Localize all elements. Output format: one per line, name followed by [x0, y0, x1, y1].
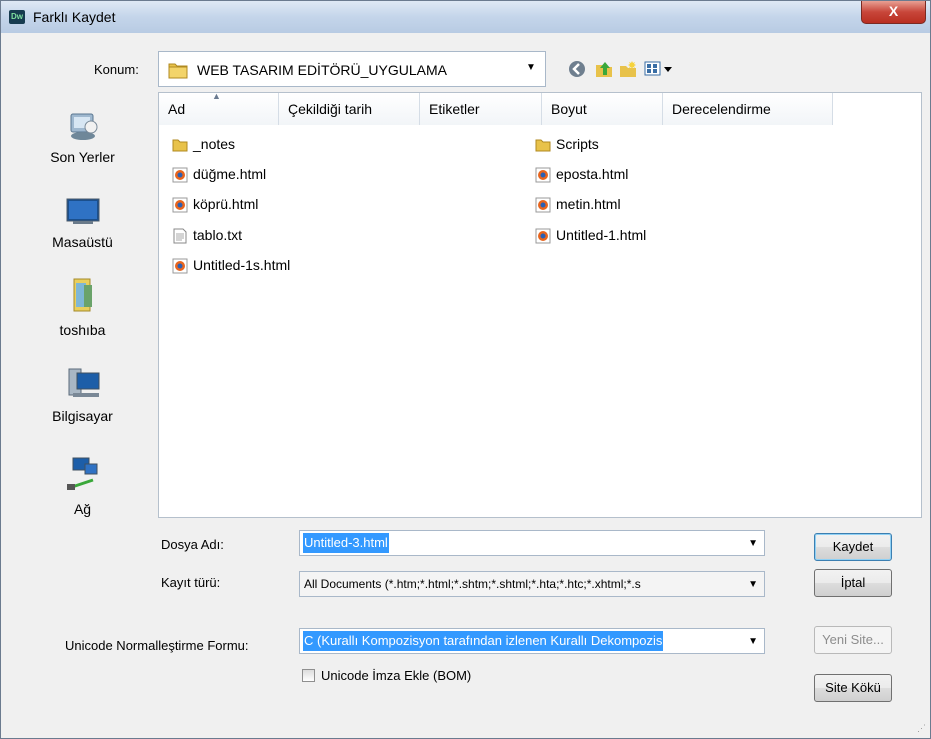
dialog-title: Farklı Kaydet — [33, 9, 116, 25]
list-item[interactable]: _notes — [172, 133, 235, 155]
filename-field[interactable]: Untitled-3.html ▼ — [299, 530, 765, 556]
sort-ascending-icon: ▲ — [212, 91, 221, 101]
html-file-icon — [172, 167, 188, 183]
place-label: Ağ — [73, 501, 92, 517]
place-network[interactable]: Ağ — [10, 454, 155, 517]
column-label: Ad — [168, 101, 186, 117]
file-name: düğme.html — [193, 166, 267, 182]
resize-grip-icon[interactable]: ⋰ — [917, 723, 926, 734]
column-label: Derecelendirme — [672, 101, 771, 117]
cancel-button[interactable]: İptal — [814, 569, 892, 597]
place-label: Bilgisayar — [52, 408, 113, 424]
folder-icon — [172, 139, 188, 152]
list-item[interactable]: köprü.html — [172, 193, 258, 215]
text-file-icon — [173, 228, 187, 244]
place-label: toshıba — [59, 322, 106, 338]
unicode-label: Unicode Normalleştirme Formu: — [65, 638, 249, 653]
title-bar[interactable]: Dw Farklı Kaydet X — [1, 1, 930, 33]
recent-places-icon — [70, 113, 97, 140]
chevron-down-icon[interactable]: ▼ — [748, 532, 758, 555]
filetype-value: All Documents (*.htm;*.html;*.shtm;*.sht… — [304, 577, 641, 591]
user-folder-icon — [73, 278, 92, 312]
place-recent[interactable]: Son Yerler — [10, 108, 155, 165]
column-label: Etiketler — [429, 101, 480, 117]
column-label: Boyut — [551, 101, 587, 117]
desktop-icon — [66, 198, 99, 224]
list-item[interactable]: Untitled-1.html — [535, 224, 646, 246]
file-name: eposta.html — [556, 166, 629, 182]
file-list[interactable]: ▲ Ad Çekildiği tarih Etiketler Boyut Der… — [158, 91, 922, 518]
column-header-size[interactable]: Boyut — [542, 93, 663, 125]
file-name: Scripts — [556, 136, 599, 152]
filetype-select[interactable]: All Documents (*.htm;*.html;*.shtm;*.sht… — [299, 571, 765, 597]
column-header-tags[interactable]: Etiketler — [420, 93, 542, 125]
place-computer[interactable]: Bilgisayar — [10, 365, 155, 424]
new-site-button[interactable]: Yeni Site... — [814, 626, 892, 654]
folder-icon — [168, 63, 188, 79]
column-header-date[interactable]: Çekildiği tarih — [279, 93, 420, 125]
computer-icon — [68, 368, 99, 397]
file-name: metin.html — [556, 196, 621, 212]
site-root-button[interactable]: Site Kökü — [814, 674, 892, 702]
place-user[interactable]: toshıba — [10, 275, 155, 338]
bom-label: Unicode İmza Ekle (BOM) — [321, 668, 472, 683]
file-name: _notes — [193, 136, 236, 152]
unicode-select[interactable]: C (Kurallı Kompozisyon tarafından izlene… — [299, 628, 765, 654]
list-item[interactable]: metin.html — [535, 193, 621, 215]
chevron-down-icon[interactable]: ▼ — [745, 573, 758, 596]
list-item[interactable]: tablo.txt — [172, 224, 242, 246]
save-button[interactable]: Kaydet — [814, 533, 892, 561]
column-label: Çekildiği tarih — [288, 101, 373, 117]
bom-checkbox[interactable] — [302, 669, 315, 682]
file-name: köprü.html — [193, 196, 259, 212]
filename-label: Dosya Adı: — [161, 537, 224, 552]
new-folder-icon[interactable] — [618, 59, 638, 79]
html-file-icon — [535, 228, 551, 244]
back-icon[interactable] — [567, 59, 587, 79]
place-label: Son Yerler — [50, 149, 115, 165]
dreamweaver-logo: Dw — [9, 10, 25, 24]
file-name: Untitled-1.html — [556, 227, 647, 243]
column-header-name[interactable]: ▲ Ad — [159, 91, 279, 125]
chevron-down-icon[interactable]: ▼ — [526, 62, 536, 73]
unicode-value: C (Kurallı Kompozisyon tarafından izlene… — [303, 631, 664, 651]
html-file-icon — [535, 167, 551, 183]
column-header-rating[interactable]: Derecelendirme — [663, 93, 833, 125]
html-file-icon — [535, 197, 551, 213]
network-icon — [66, 457, 97, 490]
html-file-icon — [172, 258, 188, 274]
html-file-icon — [172, 197, 188, 213]
places-bar: Son Yerler Masaüstü toshıba Bilgisayar A… — [10, 92, 155, 518]
chevron-down-icon[interactable]: ▼ — [745, 630, 758, 653]
list-item[interactable]: Untitled-1s.html — [172, 254, 290, 276]
list-item[interactable]: Scripts — [535, 133, 599, 155]
save-as-dialog: Dw Farklı Kaydet X Konum: WEB TASARIM ED… — [0, 0, 931, 739]
place-label: Masaüstü — [52, 234, 113, 250]
file-name: tablo.txt — [193, 227, 243, 243]
file-name: Untitled-1s.html — [193, 257, 291, 273]
list-item[interactable]: düğme.html — [172, 163, 266, 185]
place-desktop[interactable]: Masaüstü — [10, 193, 155, 250]
location-value: WEB TASARIM EDİTÖRÜ_UYGULAMA — [197, 62, 447, 78]
close-button[interactable]: X — [861, 1, 926, 24]
folder-icon — [535, 139, 551, 152]
location-label: Konum: — [94, 62, 139, 77]
filename-value: Untitled-3.html — [303, 533, 389, 553]
filetype-label: Kayıt türü: — [161, 575, 221, 590]
up-folder-icon[interactable] — [594, 59, 614, 79]
list-item[interactable]: eposta.html — [535, 163, 628, 185]
view-menu-icon[interactable] — [644, 59, 676, 79]
